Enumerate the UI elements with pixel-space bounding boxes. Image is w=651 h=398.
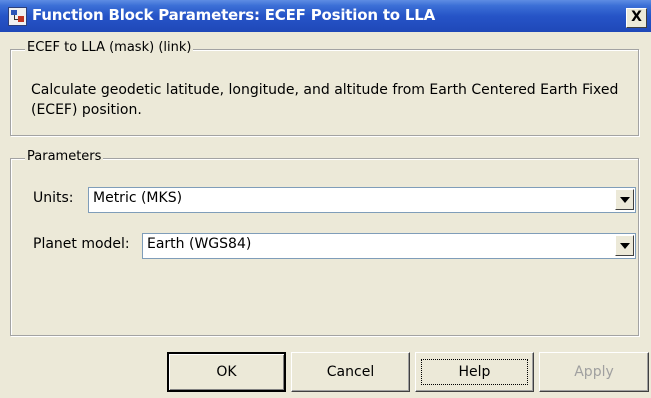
dialog-window: Function Block Parameters: ECEF Position… xyxy=(0,0,651,398)
units-select[interactable]: Metric (MKS) xyxy=(88,187,636,213)
ok-button[interactable]: OK xyxy=(167,352,286,392)
units-label: Units: xyxy=(33,190,74,206)
parameters-group-label: Parameters xyxy=(25,149,104,164)
window-title: Function Block Parameters: ECEF Position… xyxy=(32,6,436,24)
apply-button[interactable]: Apply xyxy=(539,352,649,392)
units-value: Metric (MKS) xyxy=(93,190,183,206)
planet-model-value: Earth (WGS84) xyxy=(147,236,252,252)
planet-model-label: Planet model: xyxy=(33,236,130,252)
title-bar[interactable]: Function Block Parameters: ECEF Position… xyxy=(0,0,651,32)
units-dropdown-arrow-icon[interactable] xyxy=(615,189,634,210)
block-description: Calculate geodetic latitude, longitude, … xyxy=(31,82,619,118)
help-button-label: Help xyxy=(458,364,491,380)
planet-model-dropdown-arrow-icon[interactable] xyxy=(615,235,634,256)
simulink-block-icon xyxy=(8,7,27,26)
planet-model-select[interactable]: Earth (WGS84) xyxy=(142,233,636,259)
close-button[interactable]: X xyxy=(626,8,647,28)
help-button[interactable]: Help xyxy=(415,352,534,392)
cancel-button[interactable]: Cancel xyxy=(291,352,410,392)
mask-group-label: ECEF to LLA (mask) (link) xyxy=(25,40,194,55)
